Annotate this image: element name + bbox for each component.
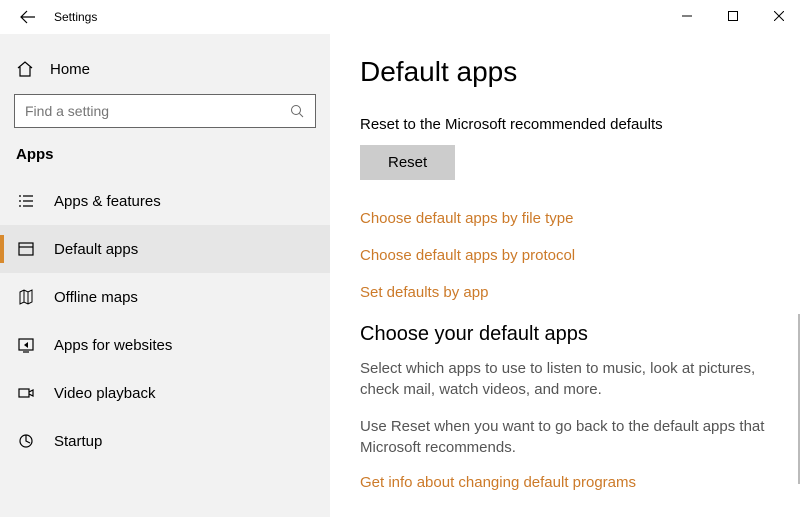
sidebar-item-default-apps[interactable]: Default apps: [0, 225, 330, 273]
sidebar-item-label: Apps & features: [54, 193, 161, 210]
list-icon: [16, 191, 36, 211]
sidebar-section-heading: Apps: [0, 146, 330, 177]
link-by-app[interactable]: Set defaults by app: [360, 284, 772, 301]
scrollbar[interactable]: [798, 314, 800, 484]
main-panel: Default apps Reset to the Microsoft reco…: [330, 34, 802, 517]
home-nav[interactable]: Home: [0, 52, 330, 94]
maximize-button[interactable]: [710, 0, 756, 32]
sidebar-item-video-playback[interactable]: Video playback: [0, 369, 330, 417]
sidebar-item-offline-maps[interactable]: Offline maps: [0, 273, 330, 321]
websites-icon: [16, 335, 36, 355]
defaults-icon: [16, 239, 36, 259]
video-icon: [16, 383, 36, 403]
home-icon: [16, 60, 34, 78]
sidebar-item-apps-websites[interactable]: Apps for websites: [0, 321, 330, 369]
link-by-file-type[interactable]: Choose default apps by file type: [360, 210, 772, 227]
search-input[interactable]: [14, 94, 316, 128]
back-button[interactable]: [10, 0, 46, 34]
arrow-left-icon: [20, 9, 36, 25]
search-field[interactable]: [25, 103, 290, 119]
minimize-icon: [682, 11, 692, 21]
titlebar: Settings: [0, 0, 802, 34]
sidebar-item-apps-features[interactable]: Apps & features: [0, 177, 330, 225]
choose-heading: Choose your default apps: [360, 323, 772, 346]
sidebar: Home Apps Apps & features Default apps: [0, 34, 330, 517]
reset-button[interactable]: Reset: [360, 145, 455, 180]
window-controls: [664, 0, 802, 32]
close-button[interactable]: [756, 0, 802, 32]
sidebar-item-label: Startup: [54, 433, 102, 450]
reset-description: Reset to the Microsoft recommended defau…: [360, 116, 772, 133]
map-icon: [16, 287, 36, 307]
sidebar-item-label: Apps for websites: [54, 337, 172, 354]
close-icon: [774, 11, 784, 21]
search-icon: [290, 104, 305, 119]
minimize-button[interactable]: [664, 0, 710, 32]
sidebar-item-label: Offline maps: [54, 289, 138, 306]
page-title: Default apps: [360, 56, 772, 88]
choose-paragraph-2: Use Reset when you want to go back to th…: [360, 416, 770, 458]
startup-icon: [16, 431, 36, 451]
maximize-icon: [728, 11, 738, 21]
window-title: Settings: [54, 10, 97, 24]
sidebar-item-label: Default apps: [54, 241, 138, 258]
home-label: Home: [50, 61, 90, 78]
sidebar-item-startup[interactable]: Startup: [0, 417, 330, 465]
choose-paragraph-1: Select which apps to use to listen to mu…: [360, 358, 770, 400]
sidebar-item-label: Video playback: [54, 385, 155, 402]
link-by-protocol[interactable]: Choose default apps by protocol: [360, 247, 772, 264]
link-info[interactable]: Get info about changing default programs: [360, 474, 772, 491]
